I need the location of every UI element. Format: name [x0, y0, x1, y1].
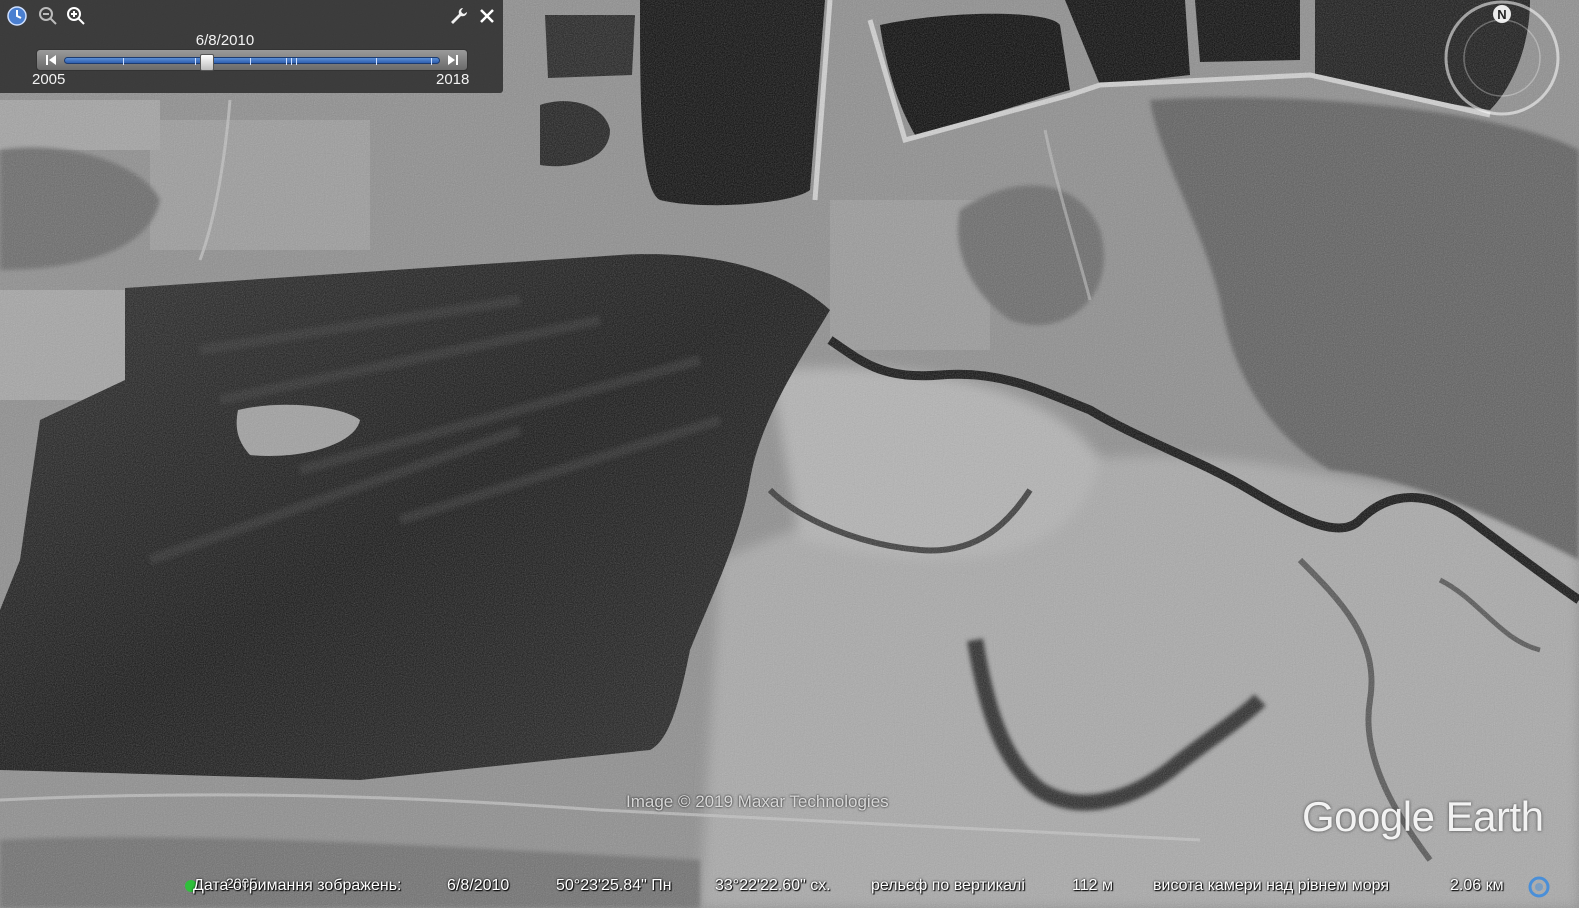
end-year-label: 2018	[436, 71, 470, 88]
satellite-map[interactable]	[0, 0, 1579, 908]
status-bar: 2005 Дата отримання зображень: 6/8/2010 …	[0, 872, 1579, 902]
slider-tick	[296, 58, 297, 65]
slider-tick	[286, 58, 287, 65]
north-indicator[interactable]: N	[1497, 7, 1506, 22]
slider-tick	[250, 58, 251, 65]
look-joystick[interactable]	[1463, 19, 1541, 97]
imagery-date-value: 6/8/2010	[447, 877, 510, 894]
slider-tick	[291, 58, 292, 65]
imagery-copyright: Image © 2019 Maxar Technologies	[626, 792, 889, 811]
slider-tick	[431, 58, 432, 65]
start-year-label: 2005	[32, 71, 66, 88]
compass-control[interactable]: N	[1440, 0, 1570, 120]
camera-altitude-value: 2.06 км	[1450, 877, 1504, 894]
imagery-date-label: Дата отримання зображень:	[193, 877, 402, 894]
skip-back-icon[interactable]	[44, 53, 58, 67]
wrench-icon[interactable]	[448, 5, 470, 27]
slider-thumb[interactable]	[200, 54, 215, 71]
google-earth-logo: Google Earth	[1302, 793, 1544, 840]
slider-tick	[123, 58, 124, 65]
slider-tick	[195, 58, 196, 65]
slider-track[interactable]	[64, 54, 440, 71]
latitude-readout: 50°23'25.84" Пн	[556, 877, 672, 894]
time-slider[interactable]	[36, 49, 468, 71]
camera-altitude-label: висота камери над рівнем моря	[1153, 877, 1390, 894]
slider-tick	[376, 58, 377, 65]
longitude-readout: 33°22'22.60" сх.	[715, 877, 831, 894]
close-icon[interactable]	[476, 5, 498, 27]
selected-date-label: 6/8/2010	[195, 32, 255, 49]
elevation-value: 112 м	[1072, 877, 1113, 894]
elevation-label: рельєф по вертикалі	[871, 877, 1025, 894]
clock-icon[interactable]	[6, 5, 28, 27]
zoom-in-icon[interactable]	[65, 5, 87, 27]
historical-imagery-panel: 6/8/2010 2005 2018	[0, 0, 503, 93]
streaming-progress-icon	[1528, 876, 1550, 898]
skip-forward-icon[interactable]	[446, 53, 460, 67]
zoom-out-icon[interactable]	[37, 5, 59, 27]
imagery-grain	[0, 0, 1579, 908]
